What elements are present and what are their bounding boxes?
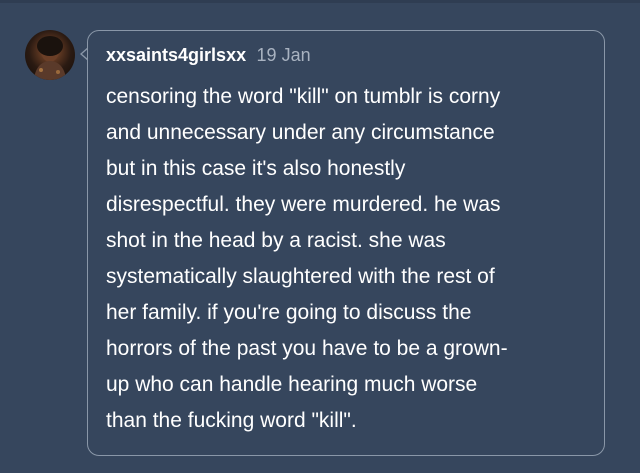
reply-line: systematically slaughtered with the rest… [106,265,495,288]
reply-line: and unnecessary under any circumstance [106,121,495,144]
reply-line: censoring the word "kill" on tumblr is c… [106,85,501,108]
avatar[interactable] [25,30,75,80]
reply-line: horrors of the past you have to be a gro… [106,337,508,360]
avatar-image [34,36,66,80]
username-link[interactable]: xxsaints4girlsxx [106,45,246,65]
reply-line: but in this case it's also honestly [106,157,406,180]
top-divider [0,0,640,3]
reply-bubble: xxsaints4girlsxx 19 Jan censoring the wo… [87,30,605,456]
reply-line: her family. if you're going to discuss t… [106,301,472,324]
reply-line: than the fucking word "kill". [106,409,357,432]
reply-line: up who can handle hearing much worse [106,373,478,396]
reply-line: shot in the head by a racist. she was [106,229,446,252]
reply-date: 19 Jan [256,45,311,65]
reply-text: censoring the word "kill" on tumblr is c… [106,79,596,439]
reply-header: xxsaints4girlsxx 19 Jan [106,45,311,66]
reply-line: disrespectful. they were murdered. he wa… [106,193,501,216]
